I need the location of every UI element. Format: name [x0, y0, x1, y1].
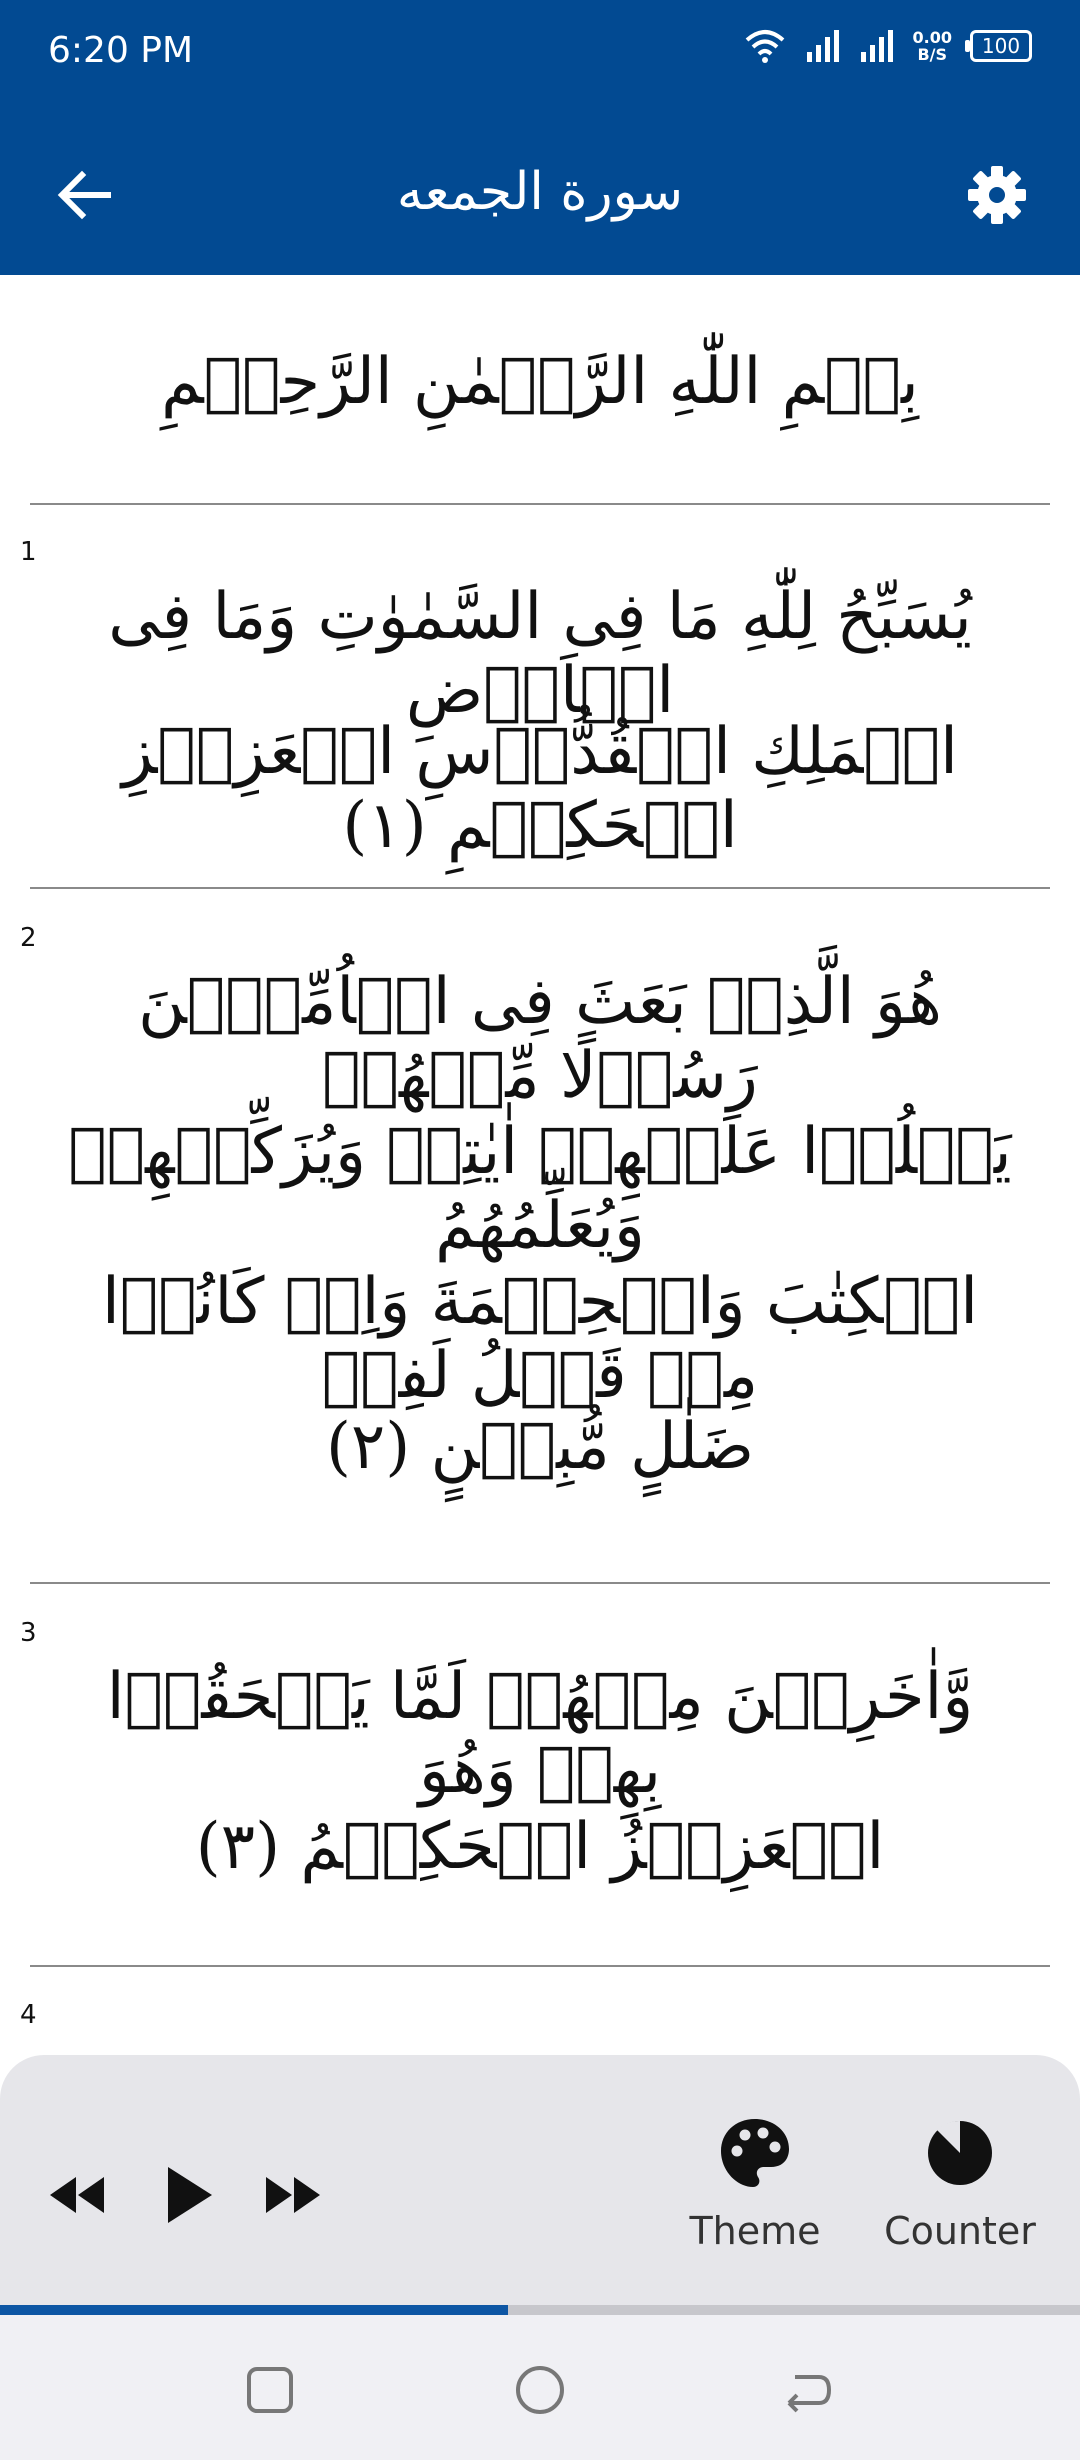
rewind-icon[interactable]: [38, 2155, 118, 2235]
audio-player: Theme Counter: [0, 2055, 1080, 2315]
ayah-line: وَّاٰخَرِيۡنَ مِنۡهُمۡ لَمَّا يَلۡحَقُوۡ…: [106, 1660, 974, 1808]
theme-button[interactable]: Theme: [680, 2115, 830, 2265]
wifi-icon: [745, 30, 784, 63]
divider: [30, 1965, 1050, 1967]
counter-label: Counter: [884, 2209, 1036, 2253]
surah-content[interactable]: بِسۡمِ اللّٰهِ الرَّحۡمٰنِ الرَّحِيۡمِ 1…: [0, 275, 1080, 2055]
net-speed-unit: B/S: [917, 45, 948, 64]
ayah-number: 4: [20, 2000, 37, 2030]
bismillah: بِسۡمِ اللّٰهِ الرَّحۡمٰنِ الرَّحِيۡمِ: [161, 345, 919, 419]
palette-icon: [721, 2119, 789, 2187]
home-icon[interactable]: [505, 2355, 575, 2425]
playback-progress[interactable]: [0, 2305, 1080, 2315]
settings-gear-icon[interactable]: [962, 160, 1032, 230]
ayah-number: 2: [20, 923, 37, 953]
status-time: 6:20 PM: [48, 30, 194, 71]
back-icon[interactable]: [773, 2355, 843, 2425]
play-icon[interactable]: [148, 2155, 228, 2235]
fast-forward-icon[interactable]: [252, 2155, 332, 2235]
pie-counter-icon: [928, 2120, 992, 2185]
net-speed-value: 0.00: [912, 28, 952, 47]
status-icons: 0.00 B/S 100: [743, 28, 1032, 64]
signal-icon-2: [860, 30, 893, 62]
system-nav-bar: [0, 2315, 1080, 2460]
ayah-line: الۡمَلِكِ الۡقُدُّوۡسِ الۡعَزِيۡزِ الۡحَ…: [122, 715, 958, 863]
theme-label: Theme: [689, 2209, 821, 2253]
ayah-line: ضَلٰلٍ مُّبِيۡنٍ (٢): [325, 1410, 755, 1484]
app-bar: سورة الجمعه: [0, 110, 1080, 275]
net-speed: 0.00 B/S: [913, 29, 952, 63]
divider: [30, 1582, 1050, 1584]
ayah-line: الۡكِتٰبَ وَالۡحِكۡمَةَ وَاِنۡ كَانُوۡا …: [102, 1265, 978, 1413]
page-title: سورة الجمعه: [396, 162, 684, 222]
ayah-number: 1: [20, 537, 37, 567]
ayah-line: الۡعَزِيۡزُ الۡحَكِيۡمُ (٣): [195, 1810, 885, 1884]
recent-apps-icon[interactable]: [235, 2355, 305, 2425]
divider: [30, 503, 1050, 505]
signal-icon: [806, 30, 839, 62]
ayah-line: يَتۡلُوۡا عَلَيۡهِمۡ اٰيٰتِهٖ وَيُزَكِّي…: [68, 1115, 1012, 1263]
ayah-line: يُسَبِّحُ لِلّٰهِ مَا فِى السَّمٰوٰتِ وَ…: [108, 580, 972, 728]
battery-indicator: 100: [965, 30, 1032, 62]
status-bar: 6:20 PM 0.00 B/S 100: [0, 0, 1080, 110]
counter-button[interactable]: Counter: [870, 2115, 1050, 2265]
ayah-line: هُوَ الَّذِىۡ بَعَثَ فِى الۡاُمِّيّٖنَ ر…: [138, 965, 942, 1113]
playback-progress-fill: [0, 2305, 508, 2315]
divider: [30, 887, 1050, 889]
ayah-number: 3: [20, 1618, 37, 1648]
